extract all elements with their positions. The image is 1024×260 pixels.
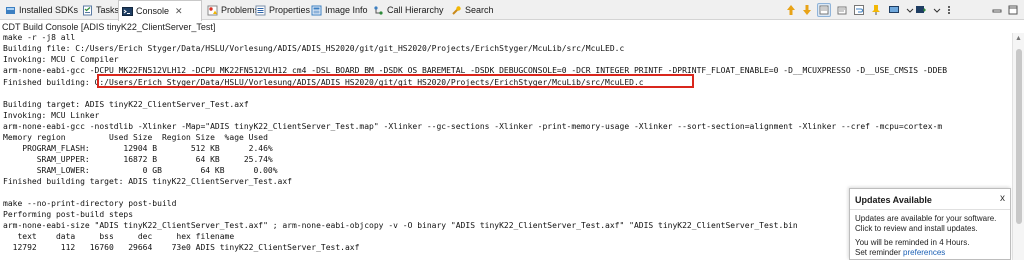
tab-console[interactable]: Console ✕ <box>118 0 202 21</box>
tab-properties[interactable]: Properties <box>252 1 310 19</box>
problems-icon <box>207 5 218 16</box>
search-icon <box>451 5 462 16</box>
console-line: Building target: ADIS tinyK22_ClientServ… <box>3 100 249 109</box>
notification-reminder: Set reminder preferences <box>855 248 1010 258</box>
console-line: make --no-print-directory post-build <box>3 199 177 208</box>
console-line: 12792 112 16760 29664 73e0 ADIS tinyK22_… <box>3 243 360 252</box>
scroll-up-icon[interactable] <box>784 3 798 17</box>
tab-tasks[interactable]: Tasks <box>79 1 119 19</box>
tab-label: Console <box>136 6 170 16</box>
console-line: make -r -j8 all <box>3 33 76 42</box>
tab-label: Search <box>465 5 494 15</box>
preferences-link[interactable]: preferences <box>903 248 945 257</box>
console-line: Performing post-build steps <box>3 210 134 219</box>
tab-image-info[interactable]: Image Info <box>308 1 368 19</box>
image-info-icon <box>311 5 322 16</box>
highlight-box <box>97 74 694 88</box>
console-line: SRAM_LOWER: 0 GB 64 KB 0.00% <box>3 166 278 175</box>
tab-label: Installed SDKs <box>19 5 79 15</box>
tasks-icon <box>82 5 93 16</box>
pin-console-icon[interactable] <box>869 3 883 17</box>
notification-text: Updates are available for your software. <box>855 214 997 223</box>
console-line: SRAM_UPPER: 16872 B 64 KB 25.74% <box>3 155 273 164</box>
tab-label: Properties <box>269 5 311 15</box>
maximize-icon[interactable] <box>1006 3 1020 17</box>
open-console-icon[interactable] <box>914 3 928 17</box>
console-line: Building file: C:/Users/Erich Styger/Dat… <box>3 44 625 53</box>
close-tab-icon[interactable]: ✕ <box>175 6 183 17</box>
call-hierarchy-icon <box>373 5 384 16</box>
console-line: PROGRAM_FLASH: 12904 B 512 KB 2.46% <box>3 144 273 153</box>
vertical-scrollbar[interactable]: ▲ <box>1012 33 1024 260</box>
console-line: text data bss dec hex filename <box>3 232 235 241</box>
minimize-icon[interactable] <box>990 3 1004 17</box>
notification-body: Updates are available for your software.… <box>855 214 1010 258</box>
updates-notification[interactable]: Updates Available x Updates are availabl… <box>849 188 1011 260</box>
tab-problems[interactable]: Problems <box>204 1 259 19</box>
console-icon <box>122 6 133 17</box>
notification-text: You will be reminded in 4 Hours. <box>855 238 970 247</box>
console-line: arm-none-eabi-gcc -nostdlib -Xlinker -Ma… <box>3 122 943 131</box>
scroll-down-icon[interactable] <box>800 3 814 17</box>
console-line: Invoking: MCU Linker <box>3 111 100 120</box>
tab-label: Tasks <box>96 5 120 15</box>
console-line: arm-none-eabi-size "ADIS tinyK22_ClientS… <box>3 221 798 230</box>
close-notification-button[interactable]: x <box>1000 193 1005 204</box>
scrollbar-thumb[interactable] <box>1016 49 1022 224</box>
tab-label: Call Hierarchy <box>387 5 444 15</box>
scroll-up-arrow-icon[interactable]: ▲ <box>1015 35 1022 42</box>
notification-text: Set reminder <box>855 248 901 257</box>
word-wrap-icon[interactable] <box>852 3 866 17</box>
tab-installed-sdks[interactable]: Installed SDKs <box>2 1 78 19</box>
console-line: Invoking: MCU C Compiler <box>3 55 119 64</box>
clear-console-icon[interactable] <box>817 3 831 17</box>
display-console-icon[interactable] <box>887 3 901 17</box>
tab-label: Image Info <box>325 5 368 15</box>
notification-header: Updates Available x <box>850 189 1010 210</box>
console-title: CDT Build Console [ADIS tinyK22_ClientSe… <box>2 22 216 32</box>
scroll-lock-icon[interactable] <box>835 3 849 17</box>
notification-title: Updates Available <box>855 195 932 205</box>
view-tab-bar: Installed SDKs Tasks Console ✕ Problems … <box>0 0 1024 21</box>
view-menu-icon[interactable] <box>942 3 956 17</box>
sdk-icon <box>5 5 16 16</box>
properties-icon <box>255 5 266 16</box>
tab-search[interactable]: Search <box>448 1 494 19</box>
console-line: Memory region Used Size Region Size %age… <box>3 133 268 142</box>
tab-call-hierarchy[interactable]: Call Hierarchy <box>370 1 444 19</box>
console-line: Finished building target: ADIS tinyK22_C… <box>3 177 292 186</box>
notification-text[interactable]: Click to review and install updates. <box>855 224 1010 234</box>
